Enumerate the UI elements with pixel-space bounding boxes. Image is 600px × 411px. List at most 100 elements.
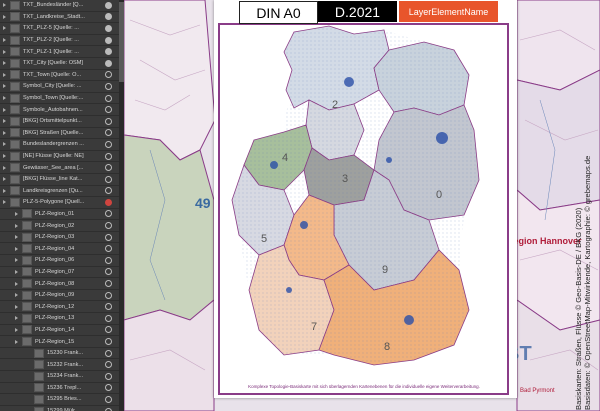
expand-triangle-icon[interactable]: [3, 177, 6, 182]
expand-triangle-icon[interactable]: [3, 130, 6, 135]
layer-row[interactable]: TXT_Town [Quelle: O...: [0, 70, 124, 82]
expand-triangle-icon[interactable]: [3, 165, 6, 170]
visibility-toggle-icon[interactable]: [105, 222, 112, 230]
layer-row[interactable]: 15299 Mülr...: [0, 406, 124, 411]
expand-triangle-icon[interactable]: [3, 38, 6, 43]
layer-row[interactable]: [NE] Flüsse [Quelle: NE]: [0, 151, 124, 163]
visibility-toggle-icon[interactable]: [105, 71, 112, 79]
layer-row[interactable]: PLZ-Region_04: [0, 243, 124, 256]
layer-row[interactable]: [BKG] Flüsse_line Kat...: [0, 174, 124, 186]
expand-triangle-icon[interactable]: [15, 339, 18, 344]
layer-row[interactable]: Symbol_City [Quelle: ...: [0, 81, 124, 93]
layer-row[interactable]: PLZ-Region_15: [0, 336, 124, 348]
layer-row[interactable]: PLZ-Region_06: [0, 255, 124, 267]
visibility-toggle-icon[interactable]: [105, 338, 112, 346]
layer-row[interactable]: TXT_Landkreise_Stadt...: [0, 12, 124, 24]
expand-triangle-icon[interactable]: [3, 49, 6, 54]
expand-triangle-icon[interactable]: [3, 119, 6, 124]
layer-row[interactable]: 15230 Frank...: [0, 348, 124, 360]
visibility-toggle-icon[interactable]: [105, 210, 112, 218]
layer-row[interactable]: TXT_PLZ-1 [Quelle: ...: [0, 46, 124, 58]
layer-row[interactable]: PLZ-Region_02: [0, 220, 124, 232]
expand-triangle-icon[interactable]: [3, 3, 6, 8]
visibility-toggle-icon[interactable]: [105, 140, 112, 148]
layer-row[interactable]: PLZ-5-Polygone [Quell...: [0, 197, 124, 209]
layer-row[interactable]: Bundeslandergrenzen ...: [0, 139, 124, 151]
visibility-toggle-icon[interactable]: [105, 407, 112, 411]
layer-row[interactable]: PLZ-Region_03: [0, 232, 124, 244]
visibility-toggle-icon[interactable]: [105, 372, 112, 380]
visibility-toggle-icon[interactable]: [105, 303, 112, 311]
visibility-toggle-icon[interactable]: [105, 187, 112, 195]
visibility-toggle-icon[interactable]: [105, 291, 112, 299]
layer-row[interactable]: 15236 Trepl...: [0, 383, 124, 395]
expand-triangle-icon[interactable]: [3, 188, 6, 193]
visibility-toggle-icon[interactable]: [105, 152, 112, 160]
visibility-toggle-icon[interactable]: [105, 233, 112, 241]
visibility-toggle-icon[interactable]: [105, 129, 112, 137]
visibility-toggle-icon[interactable]: [105, 48, 112, 56]
visibility-toggle-icon[interactable]: [105, 175, 112, 183]
visibility-toggle-icon[interactable]: [105, 245, 112, 253]
layer-row[interactable]: 15234 Frank...: [0, 371, 124, 383]
layer-row[interactable]: TXT_PLZ-2 [Quelle: ...: [0, 35, 124, 47]
layer-row[interactable]: TXT_Bundesländer [Q...: [0, 0, 124, 12]
layer-row[interactable]: PLZ-Region_08: [0, 278, 124, 290]
layer-row[interactable]: Gewässer_See_area [...: [0, 162, 124, 174]
expand-triangle-icon[interactable]: [3, 84, 6, 89]
layer-row[interactable]: Symbole_Autobahnen...: [0, 104, 124, 116]
visibility-toggle-icon[interactable]: [105, 280, 112, 288]
visibility-toggle-icon[interactable]: [105, 59, 112, 67]
germany-map[interactable]: 2 3 4 5 0 9 7 8: [214, 20, 517, 390]
layer-row[interactable]: [BKG] Ortsmittelpunkt...: [0, 116, 124, 128]
visibility-toggle-icon[interactable]: [105, 1, 112, 9]
layers-scrollbar[interactable]: [119, 0, 124, 411]
visibility-toggle-icon[interactable]: [105, 256, 112, 264]
expand-triangle-icon[interactable]: [15, 235, 18, 240]
layer-row[interactable]: PLZ-Region_09: [0, 290, 124, 302]
expand-triangle-icon[interactable]: [15, 258, 18, 263]
visibility-toggle-icon[interactable]: [105, 395, 112, 403]
expand-triangle-icon[interactable]: [3, 200, 6, 205]
layer-row[interactable]: TXT_PLZ-5 [Quelle: ...: [0, 23, 124, 35]
layer-row[interactable]: 15295 Bries...: [0, 394, 124, 406]
visibility-toggle-icon[interactable]: [105, 82, 112, 90]
layer-row[interactable]: Landkreisgrenzen [Qu...: [0, 186, 124, 198]
visibility-toggle-icon[interactable]: [105, 13, 112, 21]
expand-triangle-icon[interactable]: [3, 107, 6, 112]
visibility-toggle-icon[interactable]: [105, 36, 112, 44]
visibility-toggle-icon[interactable]: [105, 24, 112, 32]
visibility-toggle-icon[interactable]: [105, 94, 112, 102]
layer-row[interactable]: PLZ-Region_12: [0, 301, 124, 314]
visibility-toggle-icon[interactable]: [105, 349, 112, 357]
layer-row[interactable]: PLZ-Region_07: [0, 267, 124, 279]
expand-triangle-icon[interactable]: [3, 61, 6, 66]
expand-triangle-icon[interactable]: [15, 281, 18, 286]
visibility-toggle-icon[interactable]: [105, 326, 112, 334]
expand-triangle-icon[interactable]: [3, 14, 6, 19]
layer-row[interactable]: TXT_City [Quelle: OSM]: [0, 58, 124, 70]
expand-triangle-icon[interactable]: [3, 72, 6, 77]
expand-triangle-icon[interactable]: [15, 304, 18, 309]
expand-triangle-icon[interactable]: [15, 316, 18, 321]
expand-triangle-icon[interactable]: [3, 154, 6, 159]
visibility-toggle-icon[interactable]: [105, 268, 112, 276]
layer-row[interactable]: 15232 Frank...: [0, 359, 124, 371]
expand-triangle-icon[interactable]: [15, 293, 18, 298]
expand-triangle-icon[interactable]: [15, 211, 18, 216]
expand-triangle-icon[interactable]: [15, 223, 18, 228]
visibility-toggle-icon[interactable]: [105, 117, 112, 125]
expand-triangle-icon[interactable]: [15, 246, 18, 251]
expand-triangle-icon[interactable]: [3, 142, 6, 147]
visibility-toggle-icon[interactable]: [105, 384, 112, 392]
expand-triangle-icon[interactable]: [3, 96, 6, 101]
visibility-toggle-icon[interactable]: [105, 106, 112, 114]
layer-row[interactable]: PLZ-Region_14: [0, 325, 124, 337]
expand-triangle-icon[interactable]: [3, 26, 6, 31]
scrollbar-thumb[interactable]: [119, 2, 124, 82]
visibility-toggle-icon[interactable]: [105, 164, 112, 172]
layer-row[interactable]: PLZ-Region_01: [0, 209, 124, 221]
layer-row[interactable]: [BKG] Straßen [Quelle...: [0, 128, 124, 140]
expand-triangle-icon[interactable]: [15, 269, 18, 274]
visibility-toggle-icon[interactable]: [105, 361, 112, 369]
